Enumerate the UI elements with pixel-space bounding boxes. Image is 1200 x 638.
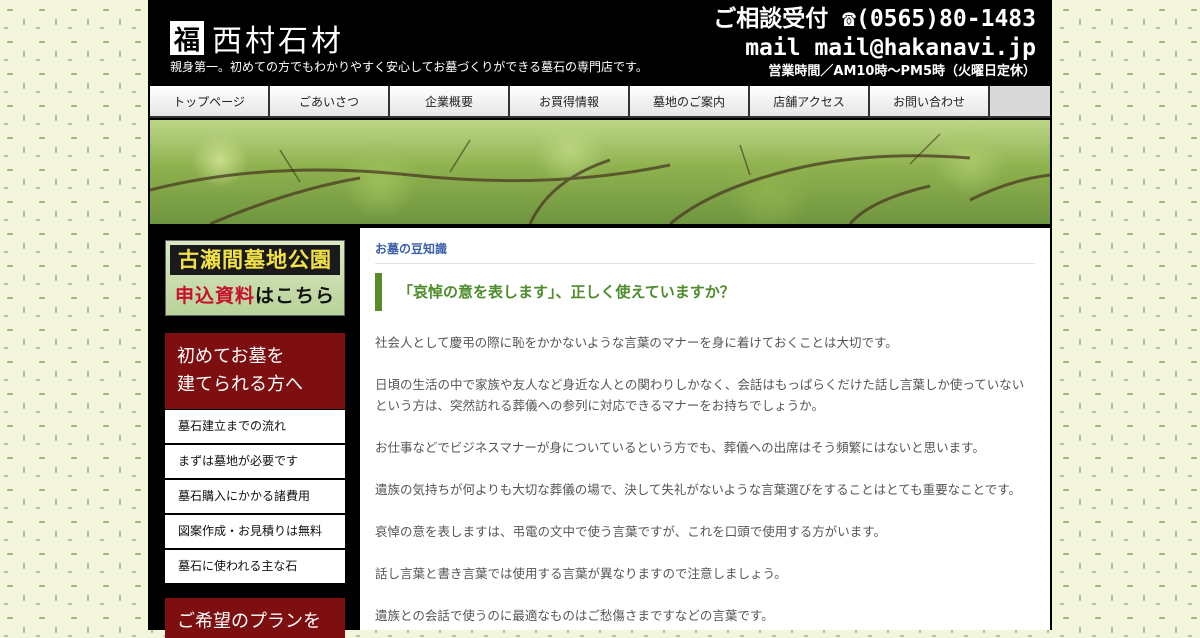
menu-item-flow[interactable]: 墓石建立までの流れ — [165, 410, 345, 445]
menu-item-costs[interactable]: 墓石購入にかかる諸費用 — [165, 480, 345, 515]
nav-item-company[interactable]: 企業概要 — [390, 86, 510, 118]
category-label[interactable]: お墓の豆知識 — [375, 240, 1035, 264]
paragraph: 哀悼の意を表しますは、弔電の文中で使う言葉ですが、これを口頭で使用する方がいます… — [375, 524, 887, 539]
page-container: 福 西村石材 親身第一。初めての方でもわかりやすく安心してお墓づくりができる墓石… — [148, 0, 1052, 638]
sidebar: 古瀬間墓地公園 申込資料はこちら 初めてお墓を 建てられる方へ 墓石建立までの流… — [150, 228, 360, 638]
hero-image — [150, 120, 1050, 224]
mail-address[interactable]: mail mail@hakanavi.jp — [713, 34, 1036, 62]
article-title: 「哀悼の意を表します」、正しく使えていますか？ — [375, 273, 1035, 311]
first-time-guide-heading: 初めてお墓を 建てられる方へ — [165, 333, 345, 409]
nav-item-access[interactable]: 店舗アクセス — [750, 86, 870, 118]
paragraph: 話し言葉と書き言葉では使用する言葉が異なりますので注意しましょう。 — [375, 566, 787, 581]
paragraph: 遺族の気持ちが何よりも大切な葬儀の場で、決して失礼がないような言葉選びをすること… — [375, 482, 1022, 497]
banner-subtitle-red: 申込資料 — [174, 285, 255, 307]
site-header: 福 西村石材 親身第一。初めての方でもわかりやすく安心してお墓づくりができる墓石… — [148, 0, 1052, 86]
menu-item-free-estimate[interactable]: 図案作成・お見積りは無料 — [165, 515, 345, 550]
main-content: お墓の豆知識 「哀悼の意を表します」、正しく使えていますか？ 社会人として慶弔の… — [360, 228, 1050, 630]
phone-number[interactable]: ご相談受付 ☎(0565)80-1483 — [713, 4, 1036, 34]
tree-branches-image — [150, 133, 1050, 224]
logo-text: 西村石材 — [212, 24, 344, 59]
menu-item-stones[interactable]: 墓石に使われる主な石 — [165, 550, 345, 585]
paragraph: 遺族との会話で使うのに最適なものはご愁傷さまですなどの言葉です。 — [375, 608, 774, 623]
paragraph: 日頃の生活の中で家族や友人など身近な人との関わりしかなく、会話はもっぱらくだけた… — [375, 377, 1025, 413]
contact-info: ご相談受付 ☎(0565)80-1483 mail mail@hakanavi.… — [713, 4, 1036, 82]
cemetery-application-banner[interactable]: 古瀬間墓地公園 申込資料はこちら — [165, 240, 345, 316]
global-nav: トップページ ごあいさつ 企業概要 お買得情報 墓地のご案内 店舗アクセス お問… — [150, 86, 1050, 118]
plan-heading: ご希望のプランを — [165, 598, 345, 638]
guide-heading-line2: 建てられる方へ — [177, 374, 303, 395]
guide-menu: 墓石建立までの流れ まずは墓地が必要です 墓石購入にかかる諸費用 図案作成・お見… — [165, 410, 345, 585]
paragraph: 社会人として慶弔の際に恥をかかないような言葉のマナーを身に着けておくことは大切で… — [375, 335, 898, 350]
menu-item-cemetery-needed[interactable]: まずは墓地が必要です — [165, 445, 345, 480]
nav-item-deals[interactable]: お買得情報 — [510, 86, 630, 118]
article-body: 社会人として慶弔の際に恥をかかないような言葉のマナーを身に着けておくことは大切で… — [375, 332, 1035, 630]
site-logo[interactable]: 福 西村石材 — [170, 16, 344, 60]
guide-heading-line1: 初めてお墓を — [177, 346, 285, 367]
banner-subtitle: 申込資料はこちら — [170, 281, 340, 311]
nav-item-cemetery[interactable]: 墓地のご案内 — [630, 86, 750, 118]
banner-title: 古瀬間墓地公園 — [170, 245, 340, 275]
business-hours: 営業時間／AM10時〜PM5時（火曜日定休） — [768, 64, 1036, 79]
banner-subtitle-black: はこちら — [255, 285, 336, 307]
tagline: 親身第一。初めての方でもわかりやすく安心してお墓づくりができる墓石の専門店です。 — [170, 60, 648, 74]
nav-item-top[interactable]: トップページ — [150, 86, 270, 118]
paragraph: お仕事などでビジネスマナーが身についているという方でも、葬儀への出席はそう頻繁に… — [375, 440, 985, 455]
nav-item-contact[interactable]: お問い合わせ — [870, 86, 990, 118]
nav-spacer — [990, 86, 1050, 118]
nav-item-greeting[interactable]: ごあいさつ — [270, 86, 390, 118]
logo-mark-icon: 福 — [170, 21, 204, 56]
